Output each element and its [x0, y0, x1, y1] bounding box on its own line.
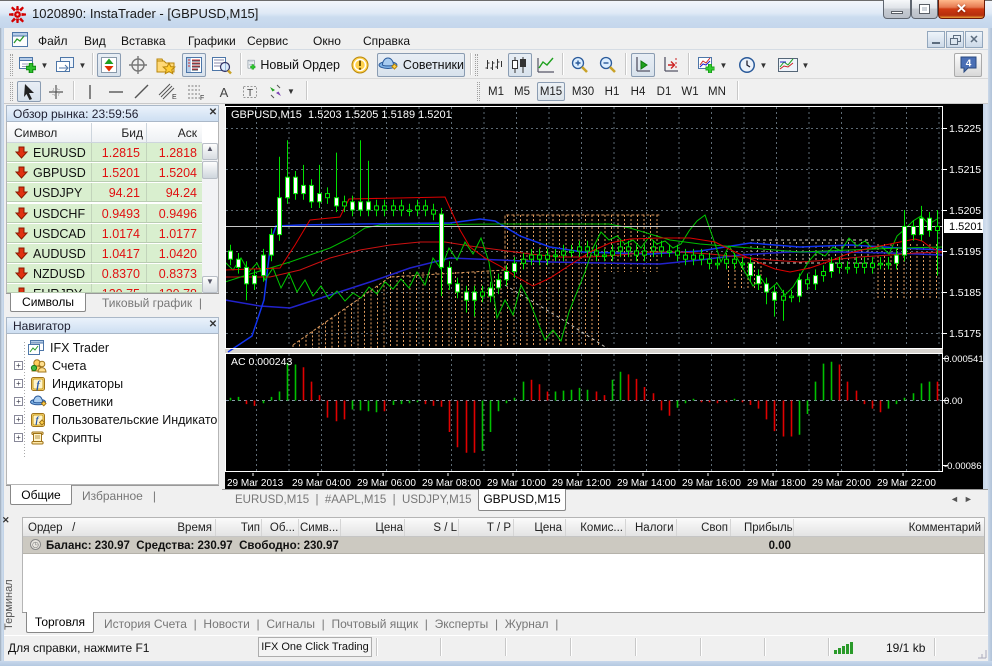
svg-text:0.000541: 0.000541 [944, 354, 983, 365]
svg-text:29 Mar 08:00: 29 Mar 08:00 [422, 478, 481, 489]
svg-text:29 Mar 14:00: 29 Mar 14:00 [617, 478, 676, 489]
svg-text:F: F [200, 95, 204, 101]
svg-text:29 Mar 22:00: 29 Mar 22:00 [877, 478, 936, 489]
svg-text:29 Mar 10:00: 29 Mar 10:00 [487, 478, 546, 489]
svg-text:1.5225: 1.5225 [949, 123, 981, 135]
svg-text:4: 4 [966, 59, 972, 70]
svg-text:1.5185: 1.5185 [949, 287, 981, 299]
svg-text:-0.00086: -0.00086 [944, 461, 982, 472]
svg-text:GBPUSD,M15 1.5203 1.5205 1.51: GBPUSD,M15 1.5203 1.5205 1.5189 1.5201 [231, 109, 452, 121]
svg-text:A: A [220, 85, 229, 100]
svg-text:AC 0.000243: AC 0.000243 [231, 356, 292, 368]
svg-text:1.5201: 1.5201 [949, 221, 983, 233]
svg-text:T: T [247, 88, 253, 99]
svg-text:1.5205: 1.5205 [949, 205, 981, 217]
svg-text:1.5175: 1.5175 [949, 328, 981, 340]
svg-text:29 Mar 06:00: 29 Mar 06:00 [357, 478, 416, 489]
svg-text:0.00: 0.00 [944, 396, 963, 407]
svg-text:1.5215: 1.5215 [949, 164, 981, 176]
svg-text:1.5195: 1.5195 [949, 246, 981, 258]
svg-text:29 Mar 2013: 29 Mar 2013 [227, 478, 284, 489]
svg-text:29 Mar 20:00: 29 Mar 20:00 [812, 478, 871, 489]
svg-text:29 Mar 04:00: 29 Mar 04:00 [292, 478, 351, 489]
svg-text:29 Mar 12:00: 29 Mar 12:00 [552, 478, 611, 489]
svg-text:E: E [172, 94, 177, 101]
svg-text:29 Mar 16:00: 29 Mar 16:00 [682, 478, 741, 489]
svg-text:29 Mar 18:00: 29 Mar 18:00 [747, 478, 806, 489]
